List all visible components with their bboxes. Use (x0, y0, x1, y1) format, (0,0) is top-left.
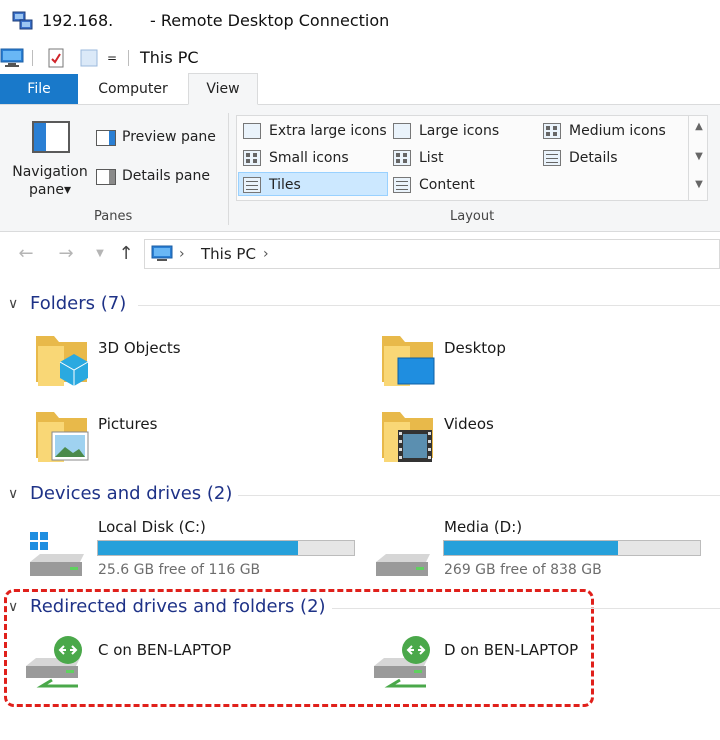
3d-objects-folder-icon[interactable] (34, 332, 90, 388)
drive-d-free-space: 269 GB free of 838 GB (444, 562, 602, 578)
details-icon (543, 150, 561, 166)
drive-c-usage-bar (97, 540, 355, 556)
extra-large-icons-icon (243, 123, 261, 139)
folder-3d-objects-label[interactable]: 3D Objects (98, 339, 181, 357)
navigation-pane-label: Navigation pane (12, 164, 88, 198)
details-pane-icon (96, 169, 116, 185)
breadcrumb-this-pc[interactable]: This PC (201, 244, 256, 264)
section-folders-heading[interactable]: Folders (7) (30, 293, 126, 314)
new-folder-icon[interactable] (80, 48, 98, 68)
folder-videos-label[interactable]: Videos (444, 415, 494, 433)
title-bar: 192.168. - Remote Desktop Connection (0, 0, 720, 40)
navigation-pane-icon[interactable] (32, 121, 70, 153)
layout-large-icons[interactable]: Large icons (389, 119, 499, 143)
tab-computer[interactable]: Computer (84, 74, 182, 104)
details-pane-button[interactable]: Details pane (122, 168, 210, 184)
this-pc-icon (151, 245, 173, 261)
window-title-app: - Remote Desktop Connection (150, 11, 390, 30)
layout-item-label: Medium icons (569, 123, 666, 139)
large-icons-icon (393, 123, 411, 139)
preview-pane-button[interactable]: Preview pane (122, 129, 216, 145)
tab-view[interactable]: View (188, 73, 258, 105)
videos-folder-icon[interactable] (380, 408, 436, 464)
drive-c-free-space: 25.6 GB free of 116 GB (98, 562, 261, 578)
small-icons-icon (243, 150, 261, 166)
back-arrow-icon[interactable]: ← (14, 242, 38, 266)
layout-item-label: Content (419, 177, 475, 193)
remote-desktop-icon (12, 11, 33, 30)
layout-item-label: Details (569, 150, 618, 166)
address-row: ← → ▼ ↑ › This PC › (0, 232, 720, 278)
list-icon (393, 150, 411, 166)
layout-item-label: Large icons (419, 123, 500, 139)
this-pc-icon (0, 48, 24, 67)
breadcrumb-chevron-icon[interactable]: › (179, 244, 185, 264)
forward-arrow-icon[interactable]: → (54, 242, 78, 266)
layout-item-label: List (419, 150, 444, 166)
recent-locations-icon[interactable]: ▼ (88, 242, 112, 266)
layout-gallery-scroll[interactable]: ▲ ▼ ▼ (688, 115, 708, 201)
drive-d-usage-bar (443, 540, 701, 556)
quick-access-toolbar: = This PC (0, 44, 720, 72)
window-title-ip: 192.168. (42, 11, 114, 30)
navigation-pane-button[interactable]: Navigation pane▾ (10, 163, 90, 199)
local-disk-drive-icon[interactable] (28, 530, 88, 582)
collapse-chevron-icon[interactable]: ∨ (8, 296, 18, 312)
folder-desktop-label[interactable]: Desktop (444, 339, 506, 357)
expand-gallery-icon[interactable]: ▼ (689, 179, 709, 190)
scroll-up-icon[interactable]: ▲ (689, 121, 709, 132)
desktop-folder-icon[interactable] (380, 332, 436, 388)
section-redirected-heading[interactable]: Redirected drives and folders (2) (30, 596, 326, 617)
customize-toolbar-dropdown[interactable]: = (106, 50, 118, 66)
toolbar-divider (128, 50, 129, 66)
network-drive-icon[interactable] (24, 632, 90, 688)
layout-small-icons[interactable]: Small icons (239, 146, 349, 170)
window-title: This PC (140, 48, 199, 67)
collapse-chevron-icon[interactable]: ∨ (8, 486, 18, 502)
folder-pictures-label[interactable]: Pictures (98, 415, 157, 433)
section-divider (138, 305, 720, 306)
layout-details[interactable]: Details (539, 146, 618, 170)
layout-extra-large-icons[interactable]: Extra large icons (239, 119, 387, 143)
drive-c-label[interactable]: Local Disk (C:) (98, 518, 206, 536)
medium-icons-icon (543, 123, 561, 139)
tiles-icon (243, 177, 261, 193)
layout-gallery: Extra large icons Large icons Medium ico… (236, 115, 708, 201)
layout-content[interactable]: Content (389, 173, 475, 197)
ribbon-view-panel: Navigation pane▾ Preview pane Details pa… (0, 105, 720, 232)
drive-d-label[interactable]: Media (D:) (444, 518, 522, 536)
preview-pane-icon (96, 130, 116, 146)
scroll-down-icon[interactable]: ▼ (689, 151, 709, 162)
tab-file[interactable]: File (0, 74, 78, 104)
drive-c-usage-fill (98, 541, 298, 555)
section-divider (332, 608, 720, 609)
properties-icon[interactable] (48, 48, 64, 68)
redirected-drive-c-label[interactable]: C on BEN-LAPTOP (98, 641, 231, 659)
group-divider (228, 113, 229, 225)
layout-tiles[interactable]: Tiles (238, 172, 388, 196)
layout-medium-icons[interactable]: Medium icons (539, 119, 666, 143)
section-divider (238, 495, 720, 496)
layout-group-label: Layout (450, 209, 495, 224)
section-devices-heading[interactable]: Devices and drives (2) (30, 483, 232, 504)
ribbon-tabs: File Computer View (0, 73, 720, 105)
layout-list[interactable]: List (389, 146, 443, 170)
toolbar-divider (32, 50, 33, 66)
layout-item-label: Small icons (269, 150, 349, 166)
layout-item-label: Extra large icons (269, 123, 387, 139)
drive-d-usage-fill (444, 541, 619, 555)
redirected-drive-d-label[interactable]: D on BEN-LAPTOP (444, 641, 578, 659)
layout-item-label: Tiles (269, 177, 301, 193)
address-bar[interactable]: › This PC › (144, 239, 720, 269)
network-drive-icon[interactable] (372, 632, 438, 688)
pictures-folder-icon[interactable] (34, 408, 90, 464)
media-drive-icon[interactable] (374, 530, 434, 582)
content-icon (393, 177, 411, 193)
breadcrumb-chevron-icon[interactable]: › (263, 244, 269, 264)
panes-group-label: Panes (94, 209, 133, 224)
collapse-chevron-icon[interactable]: ∨ (8, 599, 18, 615)
up-arrow-icon[interactable]: ↑ (114, 242, 138, 266)
